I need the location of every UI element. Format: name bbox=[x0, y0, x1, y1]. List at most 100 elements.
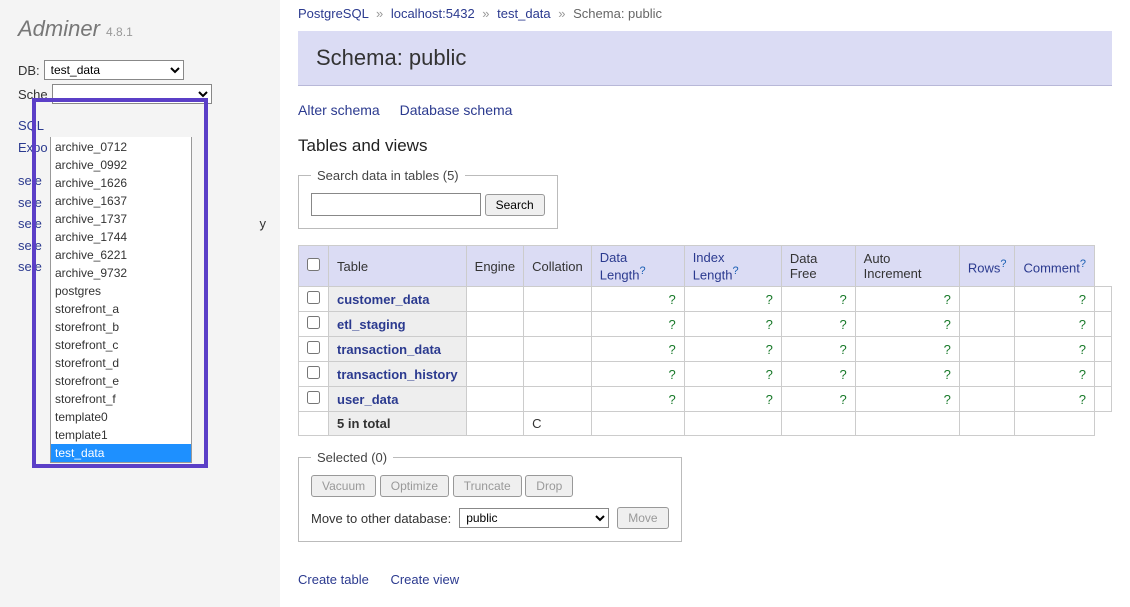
crumb-server[interactable]: localhost:5432 bbox=[391, 6, 475, 21]
refresh-link[interactable]: ? bbox=[839, 317, 846, 332]
refresh-link[interactable]: ? bbox=[944, 367, 951, 382]
crumb-database[interactable]: test_data bbox=[497, 6, 551, 21]
db-option[interactable]: archive_9732 bbox=[51, 264, 191, 282]
table-link[interactable]: etl_staging bbox=[337, 317, 406, 332]
crumb-driver[interactable]: PostgreSQL bbox=[298, 6, 368, 21]
db-option[interactable]: archive_6221 bbox=[51, 246, 191, 264]
refresh-link[interactable]: ? bbox=[839, 392, 846, 407]
row-checkbox[interactable] bbox=[307, 316, 320, 329]
col-comment[interactable]: Comment? bbox=[1015, 246, 1094, 287]
col-table[interactable]: Table bbox=[329, 246, 467, 287]
db-option[interactable]: archive_1737 bbox=[51, 210, 191, 228]
table-row: customer_data????? bbox=[299, 287, 1112, 312]
refresh-link[interactable]: ? bbox=[1079, 392, 1086, 407]
col-collation[interactable]: Collation bbox=[524, 246, 592, 287]
refresh-link[interactable]: ? bbox=[1079, 367, 1086, 382]
table-link[interactable]: user_data bbox=[337, 392, 398, 407]
refresh-link[interactable]: ? bbox=[944, 342, 951, 357]
sql-command-link[interactable]: SQL bbox=[18, 118, 44, 133]
col-auto-increment[interactable]: Auto Increment bbox=[855, 246, 959, 287]
db-option[interactable]: archive_0992 bbox=[51, 156, 191, 174]
help-icon[interactable]: ? bbox=[640, 265, 646, 277]
refresh-link[interactable]: ? bbox=[766, 292, 773, 307]
select-link-3[interactable]: sele bbox=[18, 238, 42, 253]
help-icon[interactable]: ? bbox=[1000, 258, 1006, 270]
refresh-link[interactable]: ? bbox=[668, 367, 675, 382]
refresh-link[interactable]: ? bbox=[944, 317, 951, 332]
col-engine[interactable]: Engine bbox=[466, 246, 523, 287]
truncate-button[interactable]: Truncate bbox=[453, 475, 522, 497]
search-button[interactable]: Search bbox=[485, 194, 545, 216]
row-checkbox[interactable] bbox=[307, 366, 320, 379]
refresh-link[interactable]: ? bbox=[668, 392, 675, 407]
refresh-link[interactable]: ? bbox=[944, 392, 951, 407]
refresh-link[interactable]: ? bbox=[1079, 342, 1086, 357]
move-target-select[interactable]: public bbox=[459, 508, 609, 528]
alter-schema-link[interactable]: Alter schema bbox=[298, 102, 380, 118]
table-row: transaction_data????? bbox=[299, 337, 1112, 362]
db-option[interactable]: archive_1744 bbox=[51, 228, 191, 246]
row-checkbox[interactable] bbox=[307, 341, 320, 354]
refresh-link[interactable]: ? bbox=[668, 292, 675, 307]
db-option[interactable]: archive_1637 bbox=[51, 192, 191, 210]
refresh-link[interactable]: ? bbox=[839, 367, 846, 382]
table-row: etl_staging????? bbox=[299, 312, 1112, 337]
db-option[interactable]: template0 bbox=[51, 408, 191, 426]
col-data-length[interactable]: Data Length? bbox=[591, 246, 684, 287]
refresh-link[interactable]: ? bbox=[1079, 292, 1086, 307]
total-label: 5 in total bbox=[329, 412, 467, 436]
optimize-button[interactable]: Optimize bbox=[380, 475, 449, 497]
db-option[interactable]: storefront_b bbox=[51, 318, 191, 336]
db-option[interactable]: template1 bbox=[51, 426, 191, 444]
refresh-link[interactable]: ? bbox=[668, 317, 675, 332]
db-option[interactable]: storefront_a bbox=[51, 300, 191, 318]
database-schema-link[interactable]: Database schema bbox=[400, 102, 513, 118]
create-table-link[interactable]: Create table bbox=[298, 572, 369, 587]
help-icon[interactable]: ? bbox=[1080, 258, 1086, 270]
drop-button[interactable]: Drop bbox=[525, 475, 573, 497]
refresh-link[interactable]: ? bbox=[766, 392, 773, 407]
search-input[interactable] bbox=[311, 193, 481, 216]
help-icon[interactable]: ? bbox=[732, 265, 738, 277]
db-option[interactable]: archive_0712 bbox=[51, 138, 191, 156]
db-option[interactable]: storefront_e bbox=[51, 372, 191, 390]
create-view-link[interactable]: Create view bbox=[390, 572, 459, 587]
table-link[interactable]: customer_data bbox=[337, 292, 429, 307]
history-fragment: y bbox=[260, 214, 267, 234]
refresh-link[interactable]: ? bbox=[766, 342, 773, 357]
table-link[interactable]: transaction_history bbox=[337, 367, 458, 382]
db-option[interactable]: storefront_f bbox=[51, 390, 191, 408]
select-link-1[interactable]: sele bbox=[18, 195, 42, 210]
row-checkbox[interactable] bbox=[307, 391, 320, 404]
refresh-link[interactable]: ? bbox=[668, 342, 675, 357]
move-button[interactable]: Move bbox=[617, 507, 668, 529]
row-checkbox[interactable] bbox=[307, 291, 320, 304]
table-row: user_data????? bbox=[299, 387, 1112, 412]
refresh-link[interactable]: ? bbox=[766, 367, 773, 382]
select-all-checkbox[interactable] bbox=[307, 258, 320, 271]
db-option[interactable]: storefront_c bbox=[51, 336, 191, 354]
db-select[interactable]: test_data bbox=[44, 60, 184, 80]
refresh-link[interactable]: ? bbox=[1079, 317, 1086, 332]
select-link-2[interactable]: sele bbox=[18, 214, 42, 234]
create-links: Create table Create view bbox=[298, 572, 1112, 587]
db-option[interactable]: archive_1626 bbox=[51, 174, 191, 192]
db-dropdown-expanded[interactable]: archive_0362archive_0367archive_0712arch… bbox=[50, 137, 192, 463]
col-data-free[interactable]: Data Free bbox=[781, 246, 855, 287]
refresh-link[interactable]: ? bbox=[839, 292, 846, 307]
table-link[interactable]: transaction_data bbox=[337, 342, 441, 357]
select-link-0[interactable]: sele bbox=[18, 173, 42, 188]
refresh-link[interactable]: ? bbox=[944, 292, 951, 307]
vacuum-button[interactable]: Vacuum bbox=[311, 475, 376, 497]
col-index-length[interactable]: Index Length? bbox=[684, 246, 781, 287]
col-rows[interactable]: Rows? bbox=[959, 246, 1015, 287]
db-option[interactable]: postgres bbox=[51, 282, 191, 300]
schema-select[interactable] bbox=[52, 84, 212, 104]
db-option[interactable]: storefront_d bbox=[51, 354, 191, 372]
select-link-4[interactable]: sele bbox=[18, 259, 42, 274]
brand: Adminer 4.8.1 bbox=[18, 16, 266, 42]
refresh-link[interactable]: ? bbox=[766, 317, 773, 332]
db-option[interactable]: test_data bbox=[51, 444, 191, 462]
refresh-link[interactable]: ? bbox=[839, 342, 846, 357]
export-link[interactable]: Expo bbox=[18, 140, 48, 155]
